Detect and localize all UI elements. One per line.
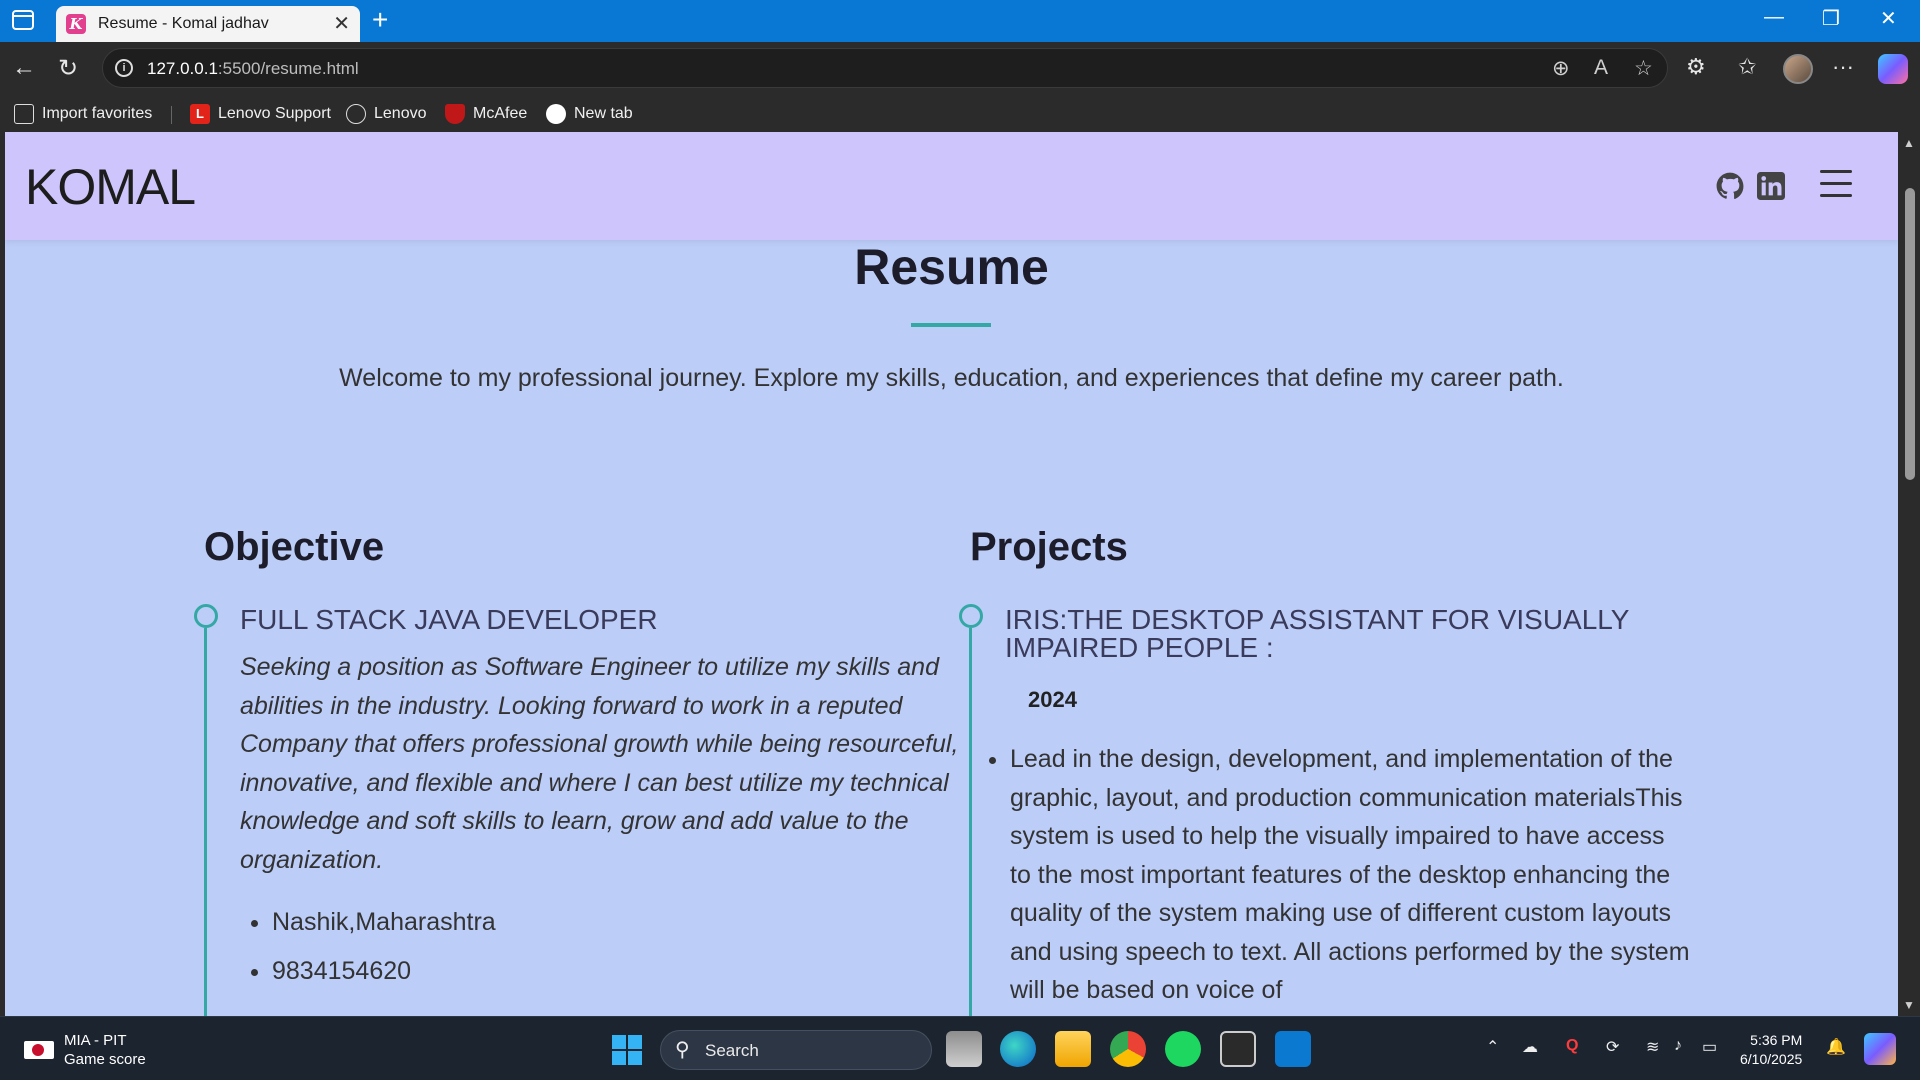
chrome-icon[interactable] xyxy=(1110,1031,1146,1067)
list-item: Lead in the design, development, and imp… xyxy=(1010,740,1690,1010)
mcafee-shield-icon xyxy=(445,104,465,124)
widget-subtitle: Game score xyxy=(64,1051,146,1068)
objective-text: Seeking a position as Software Engineer … xyxy=(240,653,959,874)
start-windows-icon[interactable] xyxy=(612,1035,642,1065)
bookmark-new-tab[interactable]: New tab xyxy=(546,104,633,124)
clock-date: 6/10/2025 xyxy=(1740,1051,1803,1067)
vscode-icon[interactable] xyxy=(1275,1031,1311,1067)
back-arrow-icon[interactable]: ← xyxy=(12,54,36,82)
contact-list: Nashik,Maharashtra 9834154620 xyxy=(272,908,496,998)
file-explorer-icon[interactable] xyxy=(1055,1031,1091,1067)
site-navbar: KOMAL xyxy=(5,132,1898,240)
browser-tab[interactable]: K Resume - Komal jadhav ✕ xyxy=(56,6,360,42)
projects-timeline-dot xyxy=(959,604,983,628)
read-aloud-icon[interactable]: A xyxy=(1594,56,1608,80)
resume-page: KOMAL Resume Welcome to my professional … xyxy=(5,132,1898,1016)
notification-bell-icon[interactable]: 🔔 xyxy=(1826,1037,1846,1057)
new-tab-button[interactable]: + xyxy=(372,4,388,36)
intro-text: Welcome to my professional journey. Expl… xyxy=(339,364,1564,392)
volume-icon[interactable]: ♪ xyxy=(1674,1037,1682,1055)
minimize-icon[interactable]: — xyxy=(1764,6,1784,29)
globe-icon xyxy=(346,104,366,124)
windows-taskbar: MIA - PIT Game score ⚲ Search ⌃ ☁ Q ⟳ ≋ … xyxy=(0,1016,1920,1080)
bookmark-lenovo[interactable]: Lenovo xyxy=(346,104,427,124)
edge-icon[interactable] xyxy=(1000,1031,1036,1067)
page-viewport: KOMAL Resume Welcome to my professional … xyxy=(0,132,1920,1016)
linkedin-icon[interactable] xyxy=(1757,172,1785,200)
scroll-down-icon[interactable]: ▼ xyxy=(1903,998,1915,1012)
zoom-icon[interactable]: ⊕ xyxy=(1552,56,1570,81)
reload-icon[interactable]: ↻ xyxy=(58,54,78,83)
task-view-icon[interactable] xyxy=(946,1031,982,1067)
objective-timeline-dot xyxy=(194,604,218,628)
favorites-icon[interactable]: ✩ xyxy=(1738,54,1756,80)
address-toolbar: ← ↻ i 127.0.0.1:5500/resume.html ⊕ A ☆ ⚙… xyxy=(0,42,1920,96)
tab-actions-icon[interactable] xyxy=(12,10,34,30)
game-score-widget[interactable]: MIA - PIT Game score xyxy=(24,1031,146,1069)
widget-title: MIA - PIT xyxy=(64,1032,127,1049)
site-info-icon[interactable]: i xyxy=(115,59,133,77)
address-input[interactable]: i 127.0.0.1:5500/resume.html ⊕ A ☆ xyxy=(102,48,1668,88)
scroll-up-icon[interactable]: ▲ xyxy=(1903,136,1915,150)
bookmark-lenovo-support[interactable]: L Lenovo Support xyxy=(190,104,331,124)
copilot-icon[interactable] xyxy=(1878,54,1908,84)
page-scrollbar[interactable]: ▲ ▼ xyxy=(1898,132,1920,1016)
project-description-list: Lead in the design, development, and imp… xyxy=(1010,740,1690,1010)
url-text[interactable]: 127.0.0.1:5500/resume.html xyxy=(147,59,359,79)
window-close-icon[interactable]: ✕ xyxy=(1880,6,1897,31)
tab-title: Resume - Komal jadhav xyxy=(98,15,269,32)
project-year: 2024 xyxy=(1028,687,1077,712)
mlb-icon xyxy=(24,1041,54,1059)
bookmark-import-favorites[interactable]: Import favorites xyxy=(14,104,152,124)
objective-item-title: FULL STACK JAVA DEVELOPER xyxy=(240,604,658,635)
tab-close-icon[interactable]: ✕ xyxy=(333,11,350,36)
search-icon: ⚲ xyxy=(675,1039,690,1061)
page-title: Resume xyxy=(854,239,1049,295)
more-options-icon[interactable]: ··· xyxy=(1832,54,1854,80)
objective-timeline xyxy=(204,628,207,1016)
clock-time: 5:36 PM xyxy=(1750,1032,1803,1048)
extensions-icon[interactable]: ⚙ xyxy=(1686,54,1706,80)
projects-heading: Projects xyxy=(970,525,1128,569)
taskbar-search[interactable]: ⚲ Search xyxy=(660,1030,932,1070)
title-underline xyxy=(911,323,991,327)
projects-timeline xyxy=(969,628,972,1016)
favorite-star-icon[interactable]: ☆ xyxy=(1634,56,1653,81)
restore-icon[interactable]: ❐ xyxy=(1822,6,1840,31)
scrollbar-thumb[interactable] xyxy=(1905,188,1915,480)
lenovo-l-icon: L xyxy=(190,104,210,124)
battery-icon[interactable]: ▭ xyxy=(1702,1037,1717,1057)
project-item-title-line2: IMPAIRED PEOPLE : xyxy=(1005,632,1274,663)
system-clock[interactable]: 5:36 PM 6/10/2025 xyxy=(1740,1031,1802,1069)
objective-heading: Objective xyxy=(204,525,385,569)
bookmarks-bar: Import favorites L Lenovo Support Lenovo… xyxy=(0,96,1920,132)
circle-icon xyxy=(546,104,566,124)
quickheal-icon[interactable]: Q xyxy=(1566,1037,1578,1055)
onedrive-icon[interactable]: ☁ xyxy=(1522,1037,1538,1057)
terminal-icon[interactable] xyxy=(1220,1031,1256,1067)
profile-avatar[interactable] xyxy=(1783,54,1813,84)
list-item: 9834154620 xyxy=(272,957,496,986)
import-icon xyxy=(14,104,34,124)
wifi-icon[interactable]: ≋ xyxy=(1646,1037,1659,1057)
chevron-up-icon[interactable]: ⌃ xyxy=(1486,1037,1499,1057)
hamburger-menu-icon[interactable] xyxy=(1820,170,1852,198)
copilot-taskbar-icon[interactable] xyxy=(1864,1033,1896,1065)
sync-icon[interactable]: ⟳ xyxy=(1606,1037,1619,1057)
list-item: Nashik,Maharashtra xyxy=(272,908,496,937)
spotify-icon[interactable] xyxy=(1165,1031,1201,1067)
browser-titlebar: K Resume - Komal jadhav ✕ + — ❐ ✕ xyxy=(0,0,1920,42)
bookmark-mcafee[interactable]: McAfee xyxy=(445,104,527,124)
search-label: Search xyxy=(705,1041,759,1060)
bookmark-separator xyxy=(171,106,172,124)
tab-favicon-icon: K xyxy=(66,14,86,34)
site-logo[interactable]: KOMAL xyxy=(25,158,196,216)
github-icon[interactable] xyxy=(1716,172,1744,200)
project-item-title-line1: IRIS:THE DESKTOP ASSISTANT FOR VISUALLY xyxy=(1005,604,1630,635)
